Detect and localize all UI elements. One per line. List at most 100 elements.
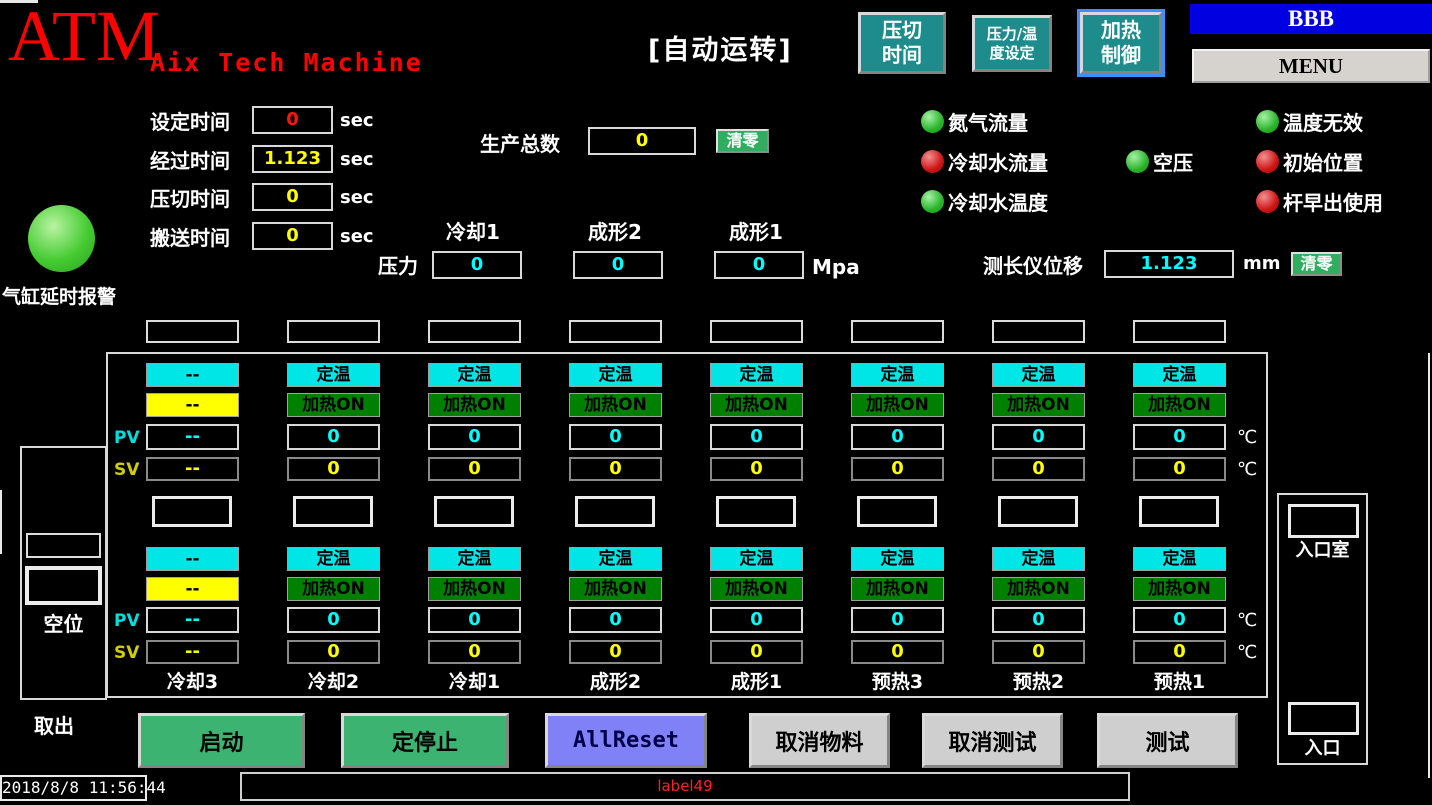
nav-button-press-cut-time[interactable]: 压切 时间 [858,12,946,74]
heat-cell[interactable]: 加热ON [287,577,380,601]
sv-value: 0 [569,640,662,664]
heat-cell[interactable]: 加热ON [569,577,662,601]
pv-value: 0 [992,607,1085,633]
celsius-unit: ℃ [1237,610,1257,631]
timer-value: 0 [252,183,333,211]
pv-value: -- [146,424,239,450]
temperature-grid-frame [106,352,1268,698]
left-panel-slot [26,533,101,558]
heat-cell[interactable]: 加热ON [428,393,521,417]
heat-cell[interactable]: 加热ON [287,393,380,417]
sv-value: 0 [428,640,521,664]
test-button[interactable]: 测试 [1097,713,1238,768]
mode-cell[interactable]: 定温 [1133,547,1226,571]
heat-cell[interactable]: -- [146,577,239,601]
production-value: 0 [588,127,696,155]
gauge-clear-button[interactable]: 清零 [1291,252,1342,276]
heat-cell[interactable]: 加热ON [851,393,944,417]
nav-button-pressure-temp-setting[interactable]: 压力/温 度设定 [972,15,1052,72]
sv-value: 0 [428,457,521,481]
cylinder-alarm-lamp [28,205,95,272]
indicator-lamp [921,110,944,133]
pressure-value: 0 [432,251,522,279]
material-slot-mid [1139,496,1219,527]
cancel-material-button[interactable]: 取消物料 [749,713,890,768]
entry-chamber-label: 入口室 [1277,540,1368,562]
heat-cell[interactable]: 加热ON [428,577,521,601]
pv-value: 0 [428,607,521,633]
heat-cell[interactable]: 加热ON [992,393,1085,417]
indicator-lamp [1256,150,1279,173]
timer-unit: sec [340,149,374,171]
datetime-display: 2018/8/8 11:56:44 [0,775,147,801]
mode-cell[interactable]: 定温 [710,547,803,571]
indicator-lamp [921,150,944,173]
timer-label: 压切时间 [150,187,230,211]
mode-cell[interactable]: 定温 [428,547,521,571]
mode-cell[interactable]: 定温 [569,363,662,387]
heat-cell[interactable]: 加热ON [851,577,944,601]
indicator-label: 杆早出使用 [1283,191,1383,215]
all-reset-button[interactable]: AllReset [545,713,707,768]
mode-cell[interactable]: 定温 [851,547,944,571]
material-slot-mid [293,496,373,527]
menu-button[interactable]: MENU [1192,49,1430,83]
sv-value: 0 [1133,640,1226,664]
mode-cell[interactable]: 定温 [1133,363,1226,387]
heat-cell[interactable]: 加热ON [1133,393,1226,417]
timer-label: 搬送时间 [150,226,230,250]
pressure-unit: Mpa [812,255,860,279]
entry-label: 入口 [1277,738,1368,760]
pv-value: 0 [287,607,380,633]
nav-button-heat-control[interactable]: 加热 制御 [1080,12,1162,74]
cancel-test-button[interactable]: 取消测试 [922,713,1063,768]
material-slot-mid [716,496,796,527]
heat-cell[interactable]: 加热ON [710,577,803,601]
timer-value: 0 [252,222,333,250]
mode-cell[interactable]: 定温 [992,363,1085,387]
sv-value: 0 [710,457,803,481]
heat-cell[interactable]: 加热ON [710,393,803,417]
material-slot-top [992,320,1085,343]
mode-cell[interactable]: 定温 [428,363,521,387]
sv-value: 0 [992,640,1085,664]
gauge-value: 1.123 [1104,250,1234,278]
indicator-label: 初始位置 [1283,151,1363,175]
mode-cell[interactable]: 定温 [287,547,380,571]
stop-button[interactable]: 定停止 [341,713,509,768]
heat-cell[interactable]: -- [146,393,239,417]
celsius-unit: ℃ [1237,427,1257,448]
sv-value: 0 [1133,457,1226,481]
sv-value: 0 [287,640,380,664]
material-slot-mid [152,496,232,527]
material-slot-top [569,320,662,343]
mode-cell[interactable]: -- [146,547,239,571]
timer-label: 经过时间 [150,149,230,173]
sv-value: 0 [851,457,944,481]
material-slot-top [710,320,803,343]
status-bar: label49 [240,772,1130,801]
right-panel-slot [1288,504,1359,538]
machine-subtitle: Aix Tech Machine [150,48,423,77]
mode-cell[interactable]: 定温 [710,363,803,387]
pv-value: 0 [710,607,803,633]
sv-value: -- [146,457,239,481]
mode-cell[interactable]: 定温 [851,363,944,387]
heat-cell[interactable]: 加热ON [569,393,662,417]
right-edge-line [1428,353,1430,778]
mode-cell[interactable]: 定温 [287,363,380,387]
material-slot-mid [857,496,937,527]
sv-value: 0 [287,457,380,481]
celsius-unit: ℃ [1237,459,1257,480]
mode-cell[interactable]: 定温 [569,547,662,571]
status-label: label49 [657,777,712,795]
heat-cell[interactable]: 加热ON [992,577,1085,601]
production-clear-button[interactable]: 清零 [716,129,769,153]
indicator-lamp [1256,190,1279,213]
start-button[interactable]: 启动 [138,713,305,768]
heat-cell[interactable]: 加热ON [1133,577,1226,601]
run-mode-indicator: [自动运转] [648,28,793,67]
mode-cell[interactable]: -- [146,363,239,387]
mode-cell[interactable]: 定温 [992,547,1085,571]
hmi-screen: ATM Aix Tech Machine [自动运转] BBB MENU 气缸延… [0,0,1432,805]
